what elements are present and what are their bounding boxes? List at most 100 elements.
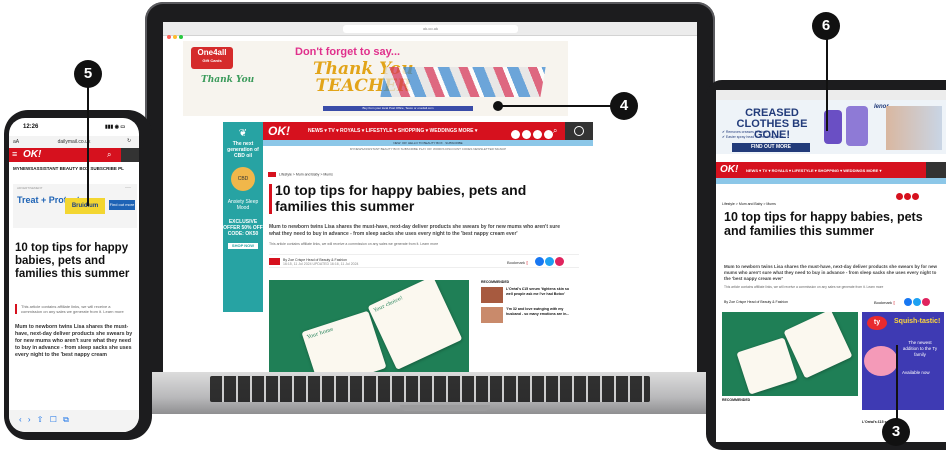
secondary-nav[interactable]: MYNEWSASSISTANT BEAUTY BOX SUBSCRIBE PLA… (263, 146, 593, 153)
author-byline[interactable]: By Zoe Crispe Head of Beauty & Fashion (724, 300, 788, 304)
ad-brand: Bruidium (65, 198, 105, 214)
address-bar[interactable]: ok.co.uk (343, 25, 518, 33)
twitter-share-icon[interactable] (545, 257, 554, 266)
pinterest-share-icon[interactable] (555, 257, 564, 266)
callout-badge-3: 3 (882, 418, 910, 446)
callout-line (826, 36, 828, 131)
account-button[interactable] (926, 162, 946, 178)
ad-checklist: ✔ Removes creases in fabric ✔ Easier spra… (722, 130, 784, 139)
author-badge (269, 258, 280, 265)
banner-ad[interactable]: ADVERTISEMENT ··· Treat + Protect. Bruid… (13, 184, 137, 228)
image-card-home (736, 337, 798, 395)
list-item[interactable]: 'I'm 32 and love swinging with my husban… (481, 307, 571, 323)
phone-screen: 12:26 ▮▮▮ ◉ ▭ aA dailymail.co.uk ↻ ≡ OK!… (9, 118, 139, 432)
search-icon[interactable]: ⌕ (553, 126, 557, 136)
find-out-more-button[interactable]: FIND OUT MORE (732, 143, 810, 152)
laptop-keyboard (210, 376, 650, 402)
share-buttons[interactable] (904, 298, 930, 307)
ty-side-ad[interactable]: ty Squish-tastic! The newest addition to… (862, 312, 944, 410)
lenor-banner-ad[interactable]: CREASED CLOTHES BE GONE! ✔ Removes creas… (716, 100, 946, 154)
breadcrumb[interactable]: Lifestyle > Mum and Baby > Mums (722, 202, 776, 206)
breadcrumb[interactable]: Lifestyle > Mum and Baby > Mums (268, 172, 333, 177)
facebook-share-icon[interactable] (535, 257, 544, 266)
secondary-nav[interactable]: MYNEWSASSISTANT BEAUTY BOX SUBSCRIBE PL (13, 166, 124, 171)
facebook-icon[interactable] (896, 193, 903, 200)
twitter-icon[interactable] (904, 193, 911, 200)
product-bottle (846, 106, 868, 146)
gift-cards-image (380, 67, 546, 97)
account-button[interactable] (121, 148, 139, 162)
byline-bar: By Zoe Crispe Head of Beauty & Fashion 16… (269, 254, 579, 268)
article-hero-image[interactable] (722, 312, 858, 396)
browser-toolbar[interactable]: ‹ › ⇧ ☐ ⧉ (9, 410, 139, 432)
share-buttons[interactable] (535, 257, 565, 267)
side-skyscraper-ad[interactable]: ❦ The next generation of CBD oil CBD Anx… (223, 122, 263, 312)
reco-text: 'I'm 32 and love swinging with my husban… (506, 307, 570, 316)
side-ad-offer: EXCLUSIVE OFFER 50% OFF CODE: OK50 (223, 219, 263, 237)
bookmark-icon: ▯ (893, 300, 896, 305)
laptop-notch (400, 405, 490, 411)
cbd-bottle-badge: CBD (231, 167, 255, 191)
twitter-icon[interactable] (522, 130, 531, 139)
bookmark-icon: ▯ (526, 260, 529, 265)
social-icons[interactable] (896, 187, 919, 205)
callout-line (498, 105, 614, 107)
toolbar-icons[interactable]: ‹ › ⇧ ☐ ⧉ (9, 410, 139, 430)
section-tag (268, 172, 276, 177)
browser-chrome: ok.co.uk (163, 22, 697, 39)
twitter-share-icon[interactable] (913, 298, 921, 306)
affiliate-disclaimer: This article contains affiliate links, w… (724, 285, 884, 289)
find-out-more-button[interactable]: Find out more (109, 200, 135, 210)
recommended-heading: RECOMMENDED (481, 280, 510, 284)
article-standfirst: Mum to newborn twins Lisa shares the mus… (15, 324, 133, 358)
facebook-share-icon[interactable] (904, 298, 912, 306)
facebook-icon[interactable] (511, 130, 520, 139)
reco-text: L'Oréal's £15 serum 'tightens skin so we… (506, 287, 570, 296)
article-hero-image[interactable]: Your home Your choice! (269, 280, 469, 372)
article-title: 10 top tips for happy babies, pets and f… (724, 210, 923, 238)
leaf-icon: ❦ (238, 128, 248, 139)
menu-icon[interactable]: ≡ (12, 149, 17, 159)
one4all-logo: One4all Gift Cards (191, 47, 233, 69)
account-button[interactable] (565, 122, 593, 140)
article-standfirst: Mum to newborn twins Lisa shares the mus… (269, 224, 560, 237)
bookmark-button[interactable]: Bookmark ▯ (874, 300, 895, 305)
reload-icon[interactable]: ↻ (127, 138, 131, 144)
ad-headline: Don't forget to say... (295, 46, 401, 58)
instagram-icon[interactable] (912, 193, 919, 200)
author-byline[interactable]: By Zoe Crispe Head of Beauty & Fashion 16… (283, 258, 359, 266)
ad-label: ADVERTISEMENT (17, 186, 43, 190)
bookmark-button[interactable]: Bookmark ▯ (507, 260, 528, 265)
browser-chrome (716, 90, 946, 106)
clock: 12:26 (23, 124, 39, 130)
ad-lifestyle-photo (886, 106, 942, 150)
ok-logo[interactable]: OK! (23, 149, 41, 160)
tablet-screen: CREASED CLOTHES BE GONE! ✔ Removes creas… (716, 90, 946, 442)
address-bar[interactable]: aA dailymail.co.uk ↻ (9, 136, 139, 148)
reco-thumbnail (481, 287, 503, 303)
site-header: OK! NEWS ▾ TV ▾ ROYALS ▾ LIFESTYLE ▾ SHO… (716, 162, 946, 178)
ty-plush-image (864, 346, 898, 376)
ty-availability: Available now (902, 370, 930, 375)
reco-thumbnail (481, 307, 503, 323)
promo-strip[interactable] (716, 178, 946, 184)
text-size-icon[interactable]: aA (13, 139, 19, 145)
recommended-heading: RECOMMENDED (722, 398, 751, 402)
status-bar: 12:26 ▮▮▮ ◉ ▭ (9, 118, 139, 136)
instagram-icon[interactable] (533, 130, 542, 139)
ok-logo[interactable]: OK! (268, 124, 290, 138)
tiktok-icon[interactable] (544, 130, 553, 139)
article-standfirst: Mum to newborn twins Lisa shares the mus… (724, 264, 938, 281)
ok-logo[interactable]: OK! (720, 164, 738, 175)
recommended-panel: RECOMMENDED L'Oréal's £15 serum 'tighten… (481, 280, 571, 327)
ty-logo: ty (867, 316, 887, 330)
main-nav[interactable]: NEWS ▾ TV ▾ ROYALS ▾ LIFESTYLE ▾ SHOPPIN… (308, 128, 477, 134)
more-icon[interactable]: ··· (125, 185, 131, 191)
pinterest-share-icon[interactable] (922, 298, 930, 306)
list-item[interactable]: L'Oréal's £15 serum 'tightens skin so we… (481, 287, 571, 303)
byline-bar: By Zoe Crispe Head of Beauty & Fashion B… (724, 298, 944, 307)
search-icon[interactable]: ⌕ (107, 150, 111, 160)
thank-you-small-text: Thank You (201, 75, 255, 85)
main-nav[interactable]: NEWS ▾ TV ▾ ROYALS ▾ LIFESTYLE ▾ SHOPPIN… (746, 168, 881, 173)
shop-now-button[interactable]: SHOP NOW (228, 243, 258, 249)
